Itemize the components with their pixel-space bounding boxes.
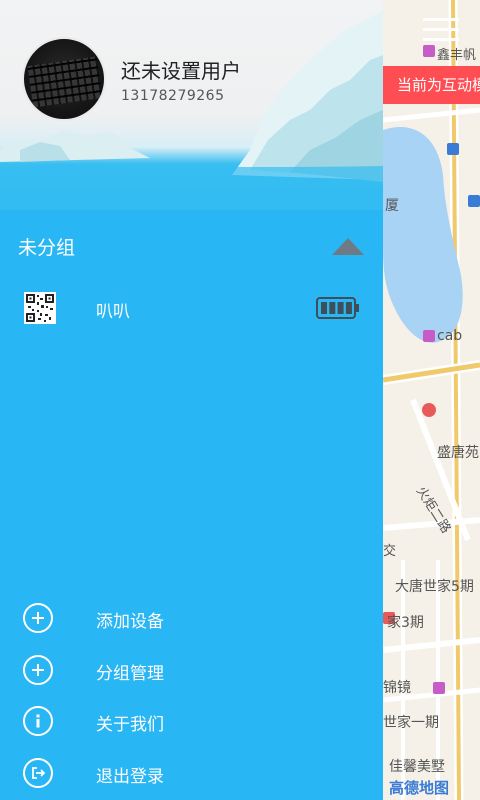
device-name: 叭叭 (96, 302, 130, 322)
map-label: 锦镜 (383, 680, 411, 696)
logout-button[interactable]: 退出登录 (0, 752, 383, 796)
map-label: 交 (383, 544, 397, 559)
map-label: 家3期 (387, 615, 424, 631)
device-row[interactable]: 叭叭 (0, 286, 383, 330)
logout-icon (23, 758, 53, 788)
navigation-drawer: 还未设置用户 13178279265 未分组 叭叭 添加设备 分组管理 关于我们… (0, 0, 383, 800)
map-label: 佳馨美墅 (389, 759, 445, 775)
about-us-label: 关于我们 (96, 715, 164, 735)
map-label: 盛唐苑 (437, 445, 479, 461)
map-label: cab (437, 328, 463, 344)
add-device-label: 添加设备 (96, 612, 164, 632)
battery-bar (321, 302, 327, 314)
collapse-arrow-icon[interactable] (332, 238, 364, 255)
info-circle-icon (23, 706, 53, 736)
user-phone: 13178279265 (121, 88, 225, 104)
map-label: 大唐世家5期 (395, 579, 474, 595)
mode-banner: 当前为互动模式 (383, 66, 480, 104)
add-circle-icon (23, 603, 53, 633)
group-management-label: 分组管理 (96, 664, 164, 684)
user-name: 还未设置用户 (121, 59, 241, 83)
group-management-button[interactable]: 分组管理 (0, 649, 383, 693)
logout-label: 退出登录 (96, 767, 164, 787)
map-label: 世家一期 (383, 715, 439, 731)
group-title: 未分组 (18, 237, 76, 259)
battery-bar (329, 302, 336, 314)
battery-bar (337, 302, 344, 314)
avatar[interactable] (22, 37, 106, 121)
map-label: 厦 (385, 198, 399, 214)
battery-icon (316, 297, 359, 319)
battery-bar (345, 302, 352, 314)
add-circle-icon (23, 655, 53, 685)
about-us-button[interactable]: 关于我们 (0, 700, 383, 744)
qr-code-icon (24, 292, 56, 324)
menu-icon[interactable] (423, 18, 459, 42)
map-label: 鑫丰帆 (437, 48, 477, 63)
profile-header: 还未设置用户 13178279265 (0, 0, 383, 210)
add-device-button[interactable]: 添加设备 (0, 597, 383, 641)
map-view[interactable]: 鑫丰帆 当前为互动模式 厦 cab 盛唐苑 火炬二路 交 大唐世家5期 家3期 … (383, 0, 480, 800)
map-provider-logo: 高德地图 (389, 779, 450, 797)
